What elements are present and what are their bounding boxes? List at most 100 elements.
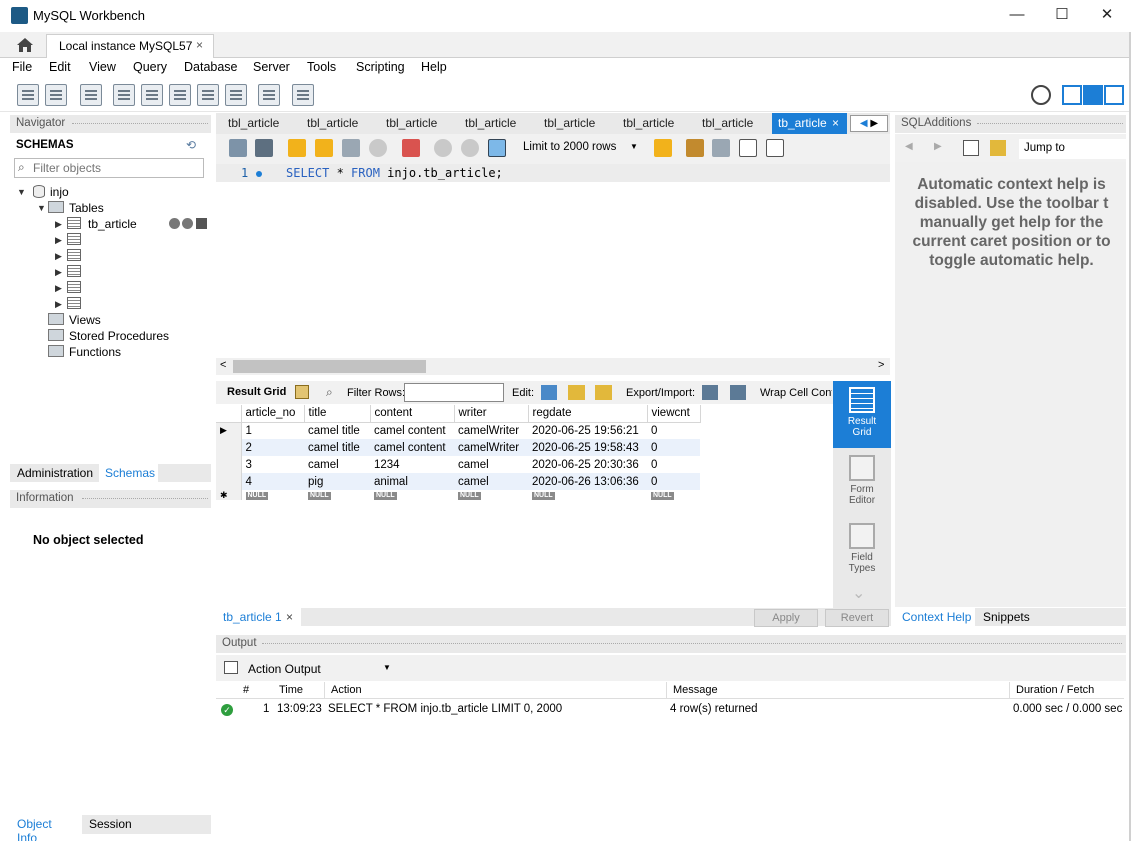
maximize-button[interactable]: ☐ (1039, 0, 1085, 32)
editor-horizontal-scrollbar[interactable]: < > (216, 358, 890, 375)
column-header[interactable]: viewcnt (647, 405, 701, 423)
toggle-secondary-sidebar-icon[interactable] (1104, 85, 1124, 105)
query-tab[interactable]: tbl_article (702, 113, 753, 134)
jump-to-select[interactable]: Jump to (1019, 139, 1126, 159)
tab-session[interactable]: Session (89, 817, 132, 831)
filter-objects-field[interactable]: ⌕ (14, 158, 204, 178)
expand-table-icon[interactable]: ▶ (55, 267, 62, 278)
manual-help-icon[interactable] (963, 140, 979, 156)
inspector-icon[interactable] (80, 84, 102, 106)
column-header[interactable]: article_no (241, 405, 305, 423)
table-cell[interactable]: camel (454, 456, 528, 473)
export-icon[interactable] (702, 385, 718, 400)
connection-tab-close-icon[interactable]: × (196, 38, 203, 52)
menu-view[interactable]: View (89, 60, 116, 74)
table-cell[interactable]: camel title (304, 422, 370, 439)
menu-help[interactable]: Help (421, 60, 447, 74)
null-cell[interactable]: NULL (370, 490, 454, 500)
table-cell[interactable]: 1234 (370, 456, 454, 473)
expand-table-icon[interactable]: ▶ (55, 283, 62, 294)
table-icon[interactable] (67, 281, 81, 293)
new-sql-tab-icon[interactable] (17, 84, 39, 106)
null-cell[interactable]: NULL (528, 490, 647, 500)
query-tab[interactable]: tbl_article (465, 113, 516, 134)
minimize-button[interactable]: — (994, 0, 1040, 32)
tab-object-info[interactable]: Object Info (10, 815, 82, 841)
add-row-icon[interactable] (568, 385, 585, 400)
add-snippet-icon[interactable] (654, 139, 672, 157)
toggle-sidebar-icon[interactable] (1062, 85, 1082, 105)
null-cell[interactable]: NULL (454, 490, 528, 500)
expand-table-icon[interactable]: ▶ (55, 219, 62, 230)
search-table-data-icon[interactable] (258, 84, 280, 106)
table-icon[interactable] (67, 297, 81, 309)
table-cell[interactable]: 0 (647, 439, 700, 456)
back-icon[interactable]: ◀ (905, 141, 913, 152)
tab-schemas[interactable]: Schemas (99, 464, 158, 482)
table-cell[interactable]: 1 (241, 422, 304, 439)
execute-current-icon[interactable] (315, 139, 333, 157)
rollback-icon[interactable] (461, 139, 479, 157)
refresh-icon[interactable]: ⟲ (186, 138, 196, 152)
forward-icon[interactable]: ▶ (934, 141, 942, 152)
result-grid[interactable]: article_no title content writer regdate … (216, 405, 701, 500)
table-tb-article[interactable]: tb_article (88, 217, 137, 231)
filter-objects-input[interactable] (33, 160, 201, 176)
auto-help-icon[interactable] (990, 140, 1006, 156)
create-schema-icon[interactable] (113, 84, 135, 106)
query-tab[interactable]: tbl_article (307, 113, 358, 134)
new-row[interactable]: ✱ NULL NULL NULL NULL NULL NULL (216, 490, 700, 500)
tab-administration[interactable]: Administration (12, 465, 98, 481)
execute-icon[interactable] (288, 139, 306, 157)
import-icon[interactable] (730, 385, 746, 400)
close-button[interactable]: ✕ (1084, 0, 1130, 32)
create-view-icon[interactable] (169, 84, 191, 106)
create-function-icon[interactable] (225, 84, 247, 106)
column-header[interactable]: regdate (528, 405, 648, 423)
table-row[interactable]: ▶ 1 camel title camel content camelWrite… (216, 422, 700, 439)
apply-button[interactable]: Apply (754, 609, 818, 627)
expand-table-icon[interactable]: ▶ (55, 299, 62, 310)
table-cell[interactable]: camel content (370, 422, 454, 439)
result-tab[interactable]: tb_article 1 × (216, 608, 301, 626)
connection-tab[interactable]: Local instance MySQL57 × (46, 34, 214, 58)
null-cell[interactable]: NULL (647, 490, 700, 500)
table-cell[interactable]: camelWriter (454, 439, 528, 456)
wrap-cell-label[interactable]: Wrap Cell Conte (760, 387, 832, 399)
scroll-right-icon[interactable]: > (878, 359, 884, 371)
table-cell[interactable]: 2020-06-25 20:30:36 (528, 456, 647, 473)
sql-editor[interactable] (216, 164, 890, 358)
expand-table-icon[interactable]: ▶ (55, 251, 62, 262)
reconnect-icon[interactable] (292, 84, 314, 106)
expand-tables-icon[interactable]: ▼ (37, 203, 46, 213)
table-cell[interactable]: 2020-06-26 13:06:36 (528, 473, 647, 490)
table-data-icon[interactable] (196, 218, 207, 229)
stop-on-error-icon[interactable] (402, 139, 420, 157)
find-icon[interactable] (712, 139, 730, 157)
table-icon[interactable] (67, 265, 81, 277)
limit-rows-select[interactable]: Limit to 2000 rows ▼ (518, 139, 642, 158)
form-editor-button[interactable]: Form Editor (833, 452, 891, 512)
table-cell[interactable]: 4 (241, 473, 304, 490)
column-header[interactable]: title (304, 405, 371, 423)
commit-icon[interactable] (434, 139, 452, 157)
tab-scroll-arrows[interactable]: ◀ ▶ (850, 115, 888, 132)
views-node[interactable]: Views (69, 313, 101, 327)
create-procedure-icon[interactable] (197, 84, 219, 106)
table-row[interactable]: 2 camel title camel content camelWriter … (216, 439, 700, 456)
table-icon[interactable] (67, 249, 81, 261)
table-cell[interactable]: camelWriter (454, 422, 528, 439)
save-icon[interactable] (255, 139, 273, 157)
table-cell[interactable]: camel title (304, 439, 370, 456)
table-row[interactable]: 4 pig animal camel 2020-06-26 13:06:36 0 (216, 473, 700, 490)
tab-context-help[interactable]: Context Help (895, 608, 975, 626)
revert-button[interactable]: Revert (825, 609, 889, 627)
home-icon[interactable] (10, 34, 40, 56)
sql-statement[interactable]: SELECT * FROM injo.tb_article; (286, 166, 503, 180)
scrollbar-thumb[interactable] (233, 360, 426, 373)
gear-icon[interactable] (1031, 85, 1051, 105)
menu-database[interactable]: Database (184, 60, 238, 74)
query-tab[interactable]: tbl_article (386, 113, 437, 134)
field-types-button[interactable]: Field Types (833, 520, 891, 580)
table-cell[interactable]: camel (454, 473, 528, 490)
